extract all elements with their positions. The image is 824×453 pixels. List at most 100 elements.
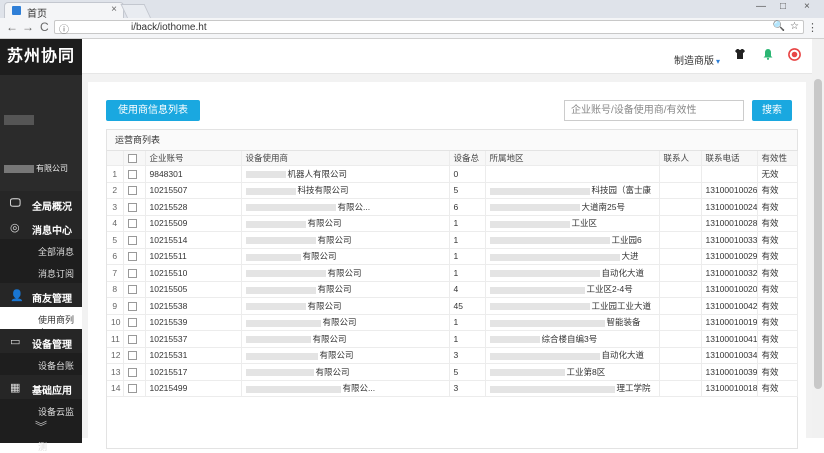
sidebar-item[interactable]: 消息订阅 [0,261,82,283]
row-checkbox-cell[interactable] [123,281,146,298]
table-row[interactable]: 1 9848301 机器人有限公司 0 无效 [107,165,798,183]
row-checkbox-cell[interactable] [123,248,146,265]
redacted-text [489,385,615,393]
manufacturer-dropdown[interactable]: 制造商版 ▾ [674,52,720,67]
search-input[interactable] [564,100,744,121]
sidebar-item[interactable]: 设备台账 [0,353,82,375]
tshirt-icon[interactable] [734,48,746,60]
new-tab-button[interactable] [120,4,152,19]
row-checkbox[interactable] [127,351,137,361]
zoom-icon[interactable]: 🔍 [773,21,785,32]
cell-phone: 13100010042 [701,297,758,315]
table-row[interactable]: 6 10215511 有限公司 1 大进 13100010029 有效 [107,248,798,265]
table-row[interactable]: 11 10215537 有限公司 1 综合楼自编3号 13100010041 有效 [107,330,798,348]
row-checkbox[interactable] [127,367,137,377]
row-checkbox[interactable] [127,219,137,229]
minimize-icon[interactable]: — [756,1,766,12]
sidebar-group-0[interactable]: 🖵 全局概况 [0,191,82,215]
row-checkbox[interactable] [127,285,137,295]
column-header[interactable] [123,151,146,166]
sidebar-group-4[interactable]: ▦ 基础应用 [0,375,82,399]
table-row[interactable]: 14 10215499 有限公... 3 理工学院 13100010018 有效 [107,380,798,397]
browser-menu-icon[interactable]: ⋮ [807,21,818,34]
table-row[interactable]: 2 10215507 科技有限公司 5 科技园（富士康 13100010026 有效 [107,182,798,199]
back-arrow-icon[interactable]: ← [6,20,18,34]
cell-region [485,165,660,183]
row-checkbox-cell[interactable] [123,297,146,315]
cell-user: 有限公司 [241,314,450,331]
table-row[interactable]: 12 10215531 有限公司 3 自动化大道 13100010034 有效 [107,347,798,364]
grid-icon: ▦ [10,382,21,394]
reload-icon[interactable]: C [40,20,49,34]
url-field[interactable]: ⓘ i/back/iothome.ht 🔍 ☆ [54,20,804,36]
row-checkbox[interactable] [127,318,137,328]
row-checkbox-cell[interactable] [123,231,146,249]
browser-tab[interactable]: 首页 × [4,2,124,20]
window-close-icon[interactable]: × [804,1,810,12]
tab-close-icon[interactable]: × [111,4,117,15]
sidebar-item[interactable]: 使用商列表 [0,307,82,338]
cell-validity: 有效 [757,198,798,216]
cell-phone: 13100010039 [701,363,758,381]
sidebar-group-1[interactable]: ◎ 消息中心 [0,215,82,239]
cell-total: 4 [449,281,486,298]
row-checkbox[interactable] [127,169,137,179]
search-button[interactable]: 搜索 [752,100,792,121]
redacted-text [489,319,605,327]
table-row[interactable]: 4 10215509 有限公司 1 工业区 13100010028 有效 [107,215,798,232]
cell-phone [701,165,758,183]
bell-icon[interactable] [762,48,774,60]
row-checkbox-cell[interactable] [123,264,146,282]
region-text: 工业园工业大道 [591,300,652,311]
row-checkbox-cell[interactable] [123,198,146,216]
row-checkbox-cell[interactable] [123,215,146,232]
row-checkbox[interactable] [127,334,137,344]
table-row[interactable]: 8 10215505 有限公司 4 工业区2-4号 13100010020 有效 [107,281,798,298]
page-scrollbar[interactable] [812,39,824,438]
row-checkbox-cell[interactable] [123,363,146,381]
cell-total: 1 [449,215,486,232]
table-row[interactable]: 7 10215510 有限公司 1 自动化大道 13100010032 有效 [107,264,798,282]
cell-validity: 有效 [757,347,798,364]
row-index: 8 [107,281,124,298]
row-checkbox[interactable] [127,268,137,278]
redacted-text [245,187,296,195]
table-row[interactable]: 9 10215538 有限公司 45 工业园工业大道 13100010042 有效 [107,297,798,315]
sidebar-group-3[interactable]: ▭ 设备管理 [0,329,82,353]
chevron-down-icon[interactable]: ︾ [0,418,82,438]
forward-arrow-icon[interactable]: → [22,20,34,34]
select-all-checkbox[interactable] [127,154,137,164]
info-icon[interactable]: ⓘ [59,21,69,36]
row-checkbox[interactable] [127,384,137,394]
row-checkbox-cell[interactable] [123,165,146,183]
row-checkbox-cell[interactable] [123,347,146,364]
table-row[interactable]: 3 10215528 有限公... 6 大道南25号 13100010024 有效 [107,198,798,216]
region-text: 自动化大道 [601,267,645,278]
row-checkbox-cell[interactable] [123,182,146,199]
row-checkbox[interactable] [127,235,137,245]
table-header: 企业账号 设备使用商 设备总 所属地区 联系人 联系电话 有效性 [107,151,798,166]
row-checkbox[interactable] [127,301,137,311]
row-checkbox-cell[interactable] [123,380,146,397]
maximize-icon[interactable]: □ [780,1,786,12]
column-header: 企业账号 [145,151,242,166]
region-text: 理工学院 [616,383,651,394]
table-row[interactable]: 5 10215514 有限公司 1 工业园6 13100010033 有效 [107,231,798,249]
row-checkbox[interactable] [127,252,137,262]
cell-phone: 13100010026 [701,182,758,199]
sidebar-item[interactable]: 全部消息 [0,239,82,261]
row-checkbox-cell[interactable] [123,330,146,348]
bookmark-star-icon[interactable]: ☆ [790,21,799,32]
column-header [107,151,124,166]
power-icon[interactable] [788,48,801,61]
list-button[interactable]: 使用商信息列表 [106,100,200,121]
cell-user: 有限公司 [241,281,450,298]
row-checkbox[interactable] [127,202,137,212]
row-checkbox-cell[interactable] [123,314,146,331]
row-checkbox[interactable] [127,186,137,196]
table-row[interactable]: 13 10215517 有限公司 5 工业第8区 13100010039 有效 [107,363,798,381]
scrollbar-thumb[interactable] [814,79,822,389]
table-row[interactable]: 10 10215539 有限公司 1 智能装备 13100010019 有效 [107,314,798,331]
cell-phone: 13100010034 [701,347,758,364]
sidebar-group-2[interactable]: 👤 商友管理 [0,283,82,307]
